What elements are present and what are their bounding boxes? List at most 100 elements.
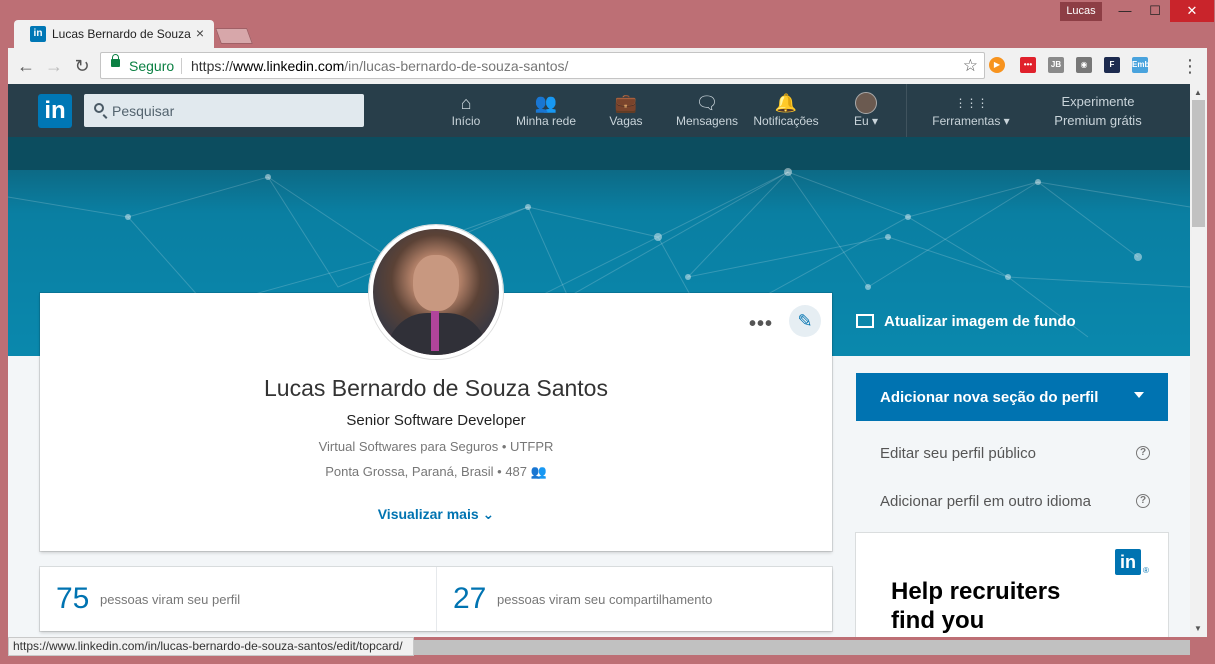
edit-profile-icon[interactable]: ✎ bbox=[789, 305, 821, 337]
nav-item-tools[interactable]: ⋮⋮⋮ Ferramentas ▾ bbox=[926, 92, 1016, 128]
stat-label: pessoas viram seu compartilhamento bbox=[497, 592, 713, 607]
tab-title: Lucas Bernardo de Souza bbox=[52, 27, 191, 41]
tab-close-icon[interactable]: × bbox=[196, 25, 204, 41]
nav-item-label: Eu ▾ bbox=[853, 114, 879, 128]
lock-icon bbox=[111, 54, 120, 67]
premium-line2: Premium grátis bbox=[1054, 113, 1142, 128]
add-profile-section-button[interactable]: Adicionar nova seção do perfil bbox=[856, 373, 1168, 421]
vertical-scrollbar[interactable]: ▲ ▼ bbox=[1190, 84, 1207, 637]
chevron-down-icon bbox=[1134, 392, 1144, 398]
add-language-label: Adicionar perfil em outro idioma bbox=[880, 493, 1091, 510]
linkedin-logo-icon: in bbox=[1115, 549, 1141, 575]
registered-mark: ® bbox=[1143, 566, 1149, 575]
nav-item-notifications[interactable]: 🔔 Notificações bbox=[749, 92, 823, 128]
play-extension-icon[interactable]: ▶ bbox=[989, 57, 1005, 73]
profile-views-stat[interactable]: 75 pessoas viram seu perfil bbox=[40, 567, 436, 631]
network-icon: 👥 bbox=[534, 93, 558, 113]
url-text[interactable]: https://www.linkedin.com/in/lucas-bernar… bbox=[191, 58, 568, 74]
grid-icon: ⋮⋮⋮ bbox=[954, 96, 989, 110]
nav-item-messages[interactable]: 🗨 Mensagens bbox=[673, 92, 741, 128]
profile-location: Ponta Grossa, Paraná, Brasil • 487 👥 bbox=[325, 464, 547, 479]
search-input[interactable]: Pesquisar bbox=[84, 94, 364, 127]
nav-item-network[interactable]: 👥 Minha rede bbox=[511, 92, 581, 128]
share-views-stat[interactable]: 27 pessoas viram seu compartilhamento bbox=[436, 567, 832, 631]
window-user-badge[interactable]: Lucas bbox=[1060, 2, 1102, 21]
messages-icon: 🗨 bbox=[695, 93, 719, 113]
update-background-button[interactable]: Atualizar imagem de fundo bbox=[856, 313, 1076, 330]
omnibox-separator bbox=[181, 58, 182, 74]
nav-item-label: Ferramentas ▾ bbox=[932, 114, 1010, 128]
more-options-icon[interactable]: ••• bbox=[749, 313, 773, 336]
jb-extension-icon[interactable]: JB bbox=[1048, 57, 1064, 73]
home-icon: ⌂ bbox=[460, 93, 472, 113]
minimize-button[interactable]: — bbox=[1110, 0, 1140, 22]
scroll-down-icon[interactable]: ▼ bbox=[1194, 624, 1202, 633]
search-placeholder: Pesquisar bbox=[112, 103, 175, 119]
add-language-profile-link[interactable]: Adicionar perfil em outro idioma ? bbox=[880, 493, 1150, 510]
nav-item-me[interactable]: Eu ▾ bbox=[846, 92, 886, 128]
profile-name: Lucas Bernardo de Souza Santos bbox=[264, 375, 608, 401]
url-scheme: https:// bbox=[191, 58, 234, 74]
nav-item-label: Início bbox=[451, 114, 481, 128]
nav-item-jobs[interactable]: 💼 Vagas bbox=[601, 92, 651, 128]
briefcase-icon: 💼 bbox=[614, 93, 638, 113]
close-window-button[interactable]: ✕ bbox=[1170, 0, 1214, 22]
photo-face bbox=[413, 255, 459, 311]
profile-stats: 75 pessoas viram seu perfil 27 pessoas v… bbox=[40, 567, 832, 631]
stat-label: pessoas viram seu perfil bbox=[100, 592, 241, 607]
nav-item-label: Minha rede bbox=[515, 114, 577, 128]
browser-window: Lucas — ☐ ✕ in Lucas Bernardo de Souza ×… bbox=[0, 0, 1215, 664]
profile-company: Virtual Softwares para Seguros • UTFPR bbox=[318, 439, 554, 454]
edit-public-profile-label: Editar seu perfil público bbox=[880, 445, 1036, 462]
advertisement-card[interactable]: in ® Help recruiters find you bbox=[856, 533, 1168, 637]
back-icon[interactable]: ← bbox=[16, 56, 36, 77]
forward-icon[interactable]: → bbox=[44, 56, 64, 77]
nav-divider bbox=[906, 84, 907, 137]
linkedin-favicon-icon: in bbox=[30, 26, 46, 42]
photo-lanyard bbox=[431, 311, 439, 351]
horizontal-scrollbar[interactable] bbox=[414, 640, 1190, 655]
url-path: /in/lucas-bernardo-de-souza-santos/ bbox=[344, 58, 569, 74]
todo-extension-icon[interactable]: ••• bbox=[1020, 57, 1036, 73]
f-extension-icon[interactable]: F bbox=[1104, 57, 1120, 73]
avatar bbox=[855, 92, 877, 114]
maximize-button[interactable]: ☐ bbox=[1140, 0, 1170, 22]
status-bar-url: https://www.linkedin.com/in/lucas-bernar… bbox=[8, 637, 414, 656]
view-more-link[interactable]: Visualizar mais ⌄ bbox=[40, 506, 832, 523]
ad-headline: Help recruiters find you bbox=[891, 578, 1061, 634]
help-icon[interactable]: ? bbox=[1136, 494, 1150, 508]
secure-label: Seguro bbox=[129, 58, 175, 74]
profile-photo[interactable] bbox=[369, 225, 503, 359]
profile-headline: Senior Software Developer bbox=[346, 412, 526, 429]
edit-public-profile-link[interactable]: Editar seu perfil público ? bbox=[880, 445, 1150, 462]
nav-item-label: Notificações bbox=[753, 114, 819, 128]
stat-value: 75 bbox=[56, 582, 90, 615]
nav-item-home[interactable]: ⌂ Início bbox=[441, 92, 491, 128]
bookmark-star-icon[interactable]: ☆ bbox=[963, 56, 978, 76]
new-tab-button[interactable] bbox=[215, 28, 253, 44]
linkedin-logo-icon[interactable]: in bbox=[38, 94, 72, 128]
bell-icon: 🔔 bbox=[774, 93, 798, 113]
image-icon bbox=[856, 314, 874, 328]
stat-value: 27 bbox=[453, 582, 487, 615]
scrollbar-thumb[interactable] bbox=[1192, 100, 1205, 227]
premium-line1: Experimente bbox=[1061, 94, 1135, 109]
emb-extension-icon[interactable]: Emb bbox=[1132, 57, 1149, 73]
browser-menu-icon[interactable]: ⋮ bbox=[1180, 56, 1200, 77]
profile-page: Atualizar imagem de fundo ••• ✎ Lucas Be… bbox=[8, 137, 1190, 637]
search-icon bbox=[94, 103, 104, 113]
update-background-label: Atualizar imagem de fundo bbox=[884, 313, 1076, 330]
scroll-up-icon[interactable]: ▲ bbox=[1194, 88, 1202, 97]
nav-item-label: Mensagens bbox=[675, 114, 739, 128]
reload-icon[interactable]: ↻ bbox=[72, 56, 92, 77]
help-icon[interactable]: ? bbox=[1136, 446, 1150, 460]
browser-tab[interactable]: in Lucas Bernardo de Souza × bbox=[14, 20, 214, 48]
camera-extension-icon[interactable]: ◉ bbox=[1076, 57, 1092, 73]
url-host: www.linkedin.com bbox=[233, 58, 345, 74]
linkedin-navbar: in Pesquisar ⌂ Início 👥 Minha rede 💼 Vag… bbox=[8, 84, 1190, 137]
premium-link[interactable]: Experimente Premium grátis bbox=[1038, 92, 1158, 130]
address-bar[interactable]: Seguro https://www.linkedin.com/in/lucas… bbox=[100, 52, 985, 79]
browser-toolbar: ← → ↻ Seguro https://www.linkedin.com/in… bbox=[8, 48, 1207, 84]
add-section-label: Adicionar nova seção do perfil bbox=[880, 389, 1099, 406]
nav-item-label: Vagas bbox=[609, 114, 643, 128]
